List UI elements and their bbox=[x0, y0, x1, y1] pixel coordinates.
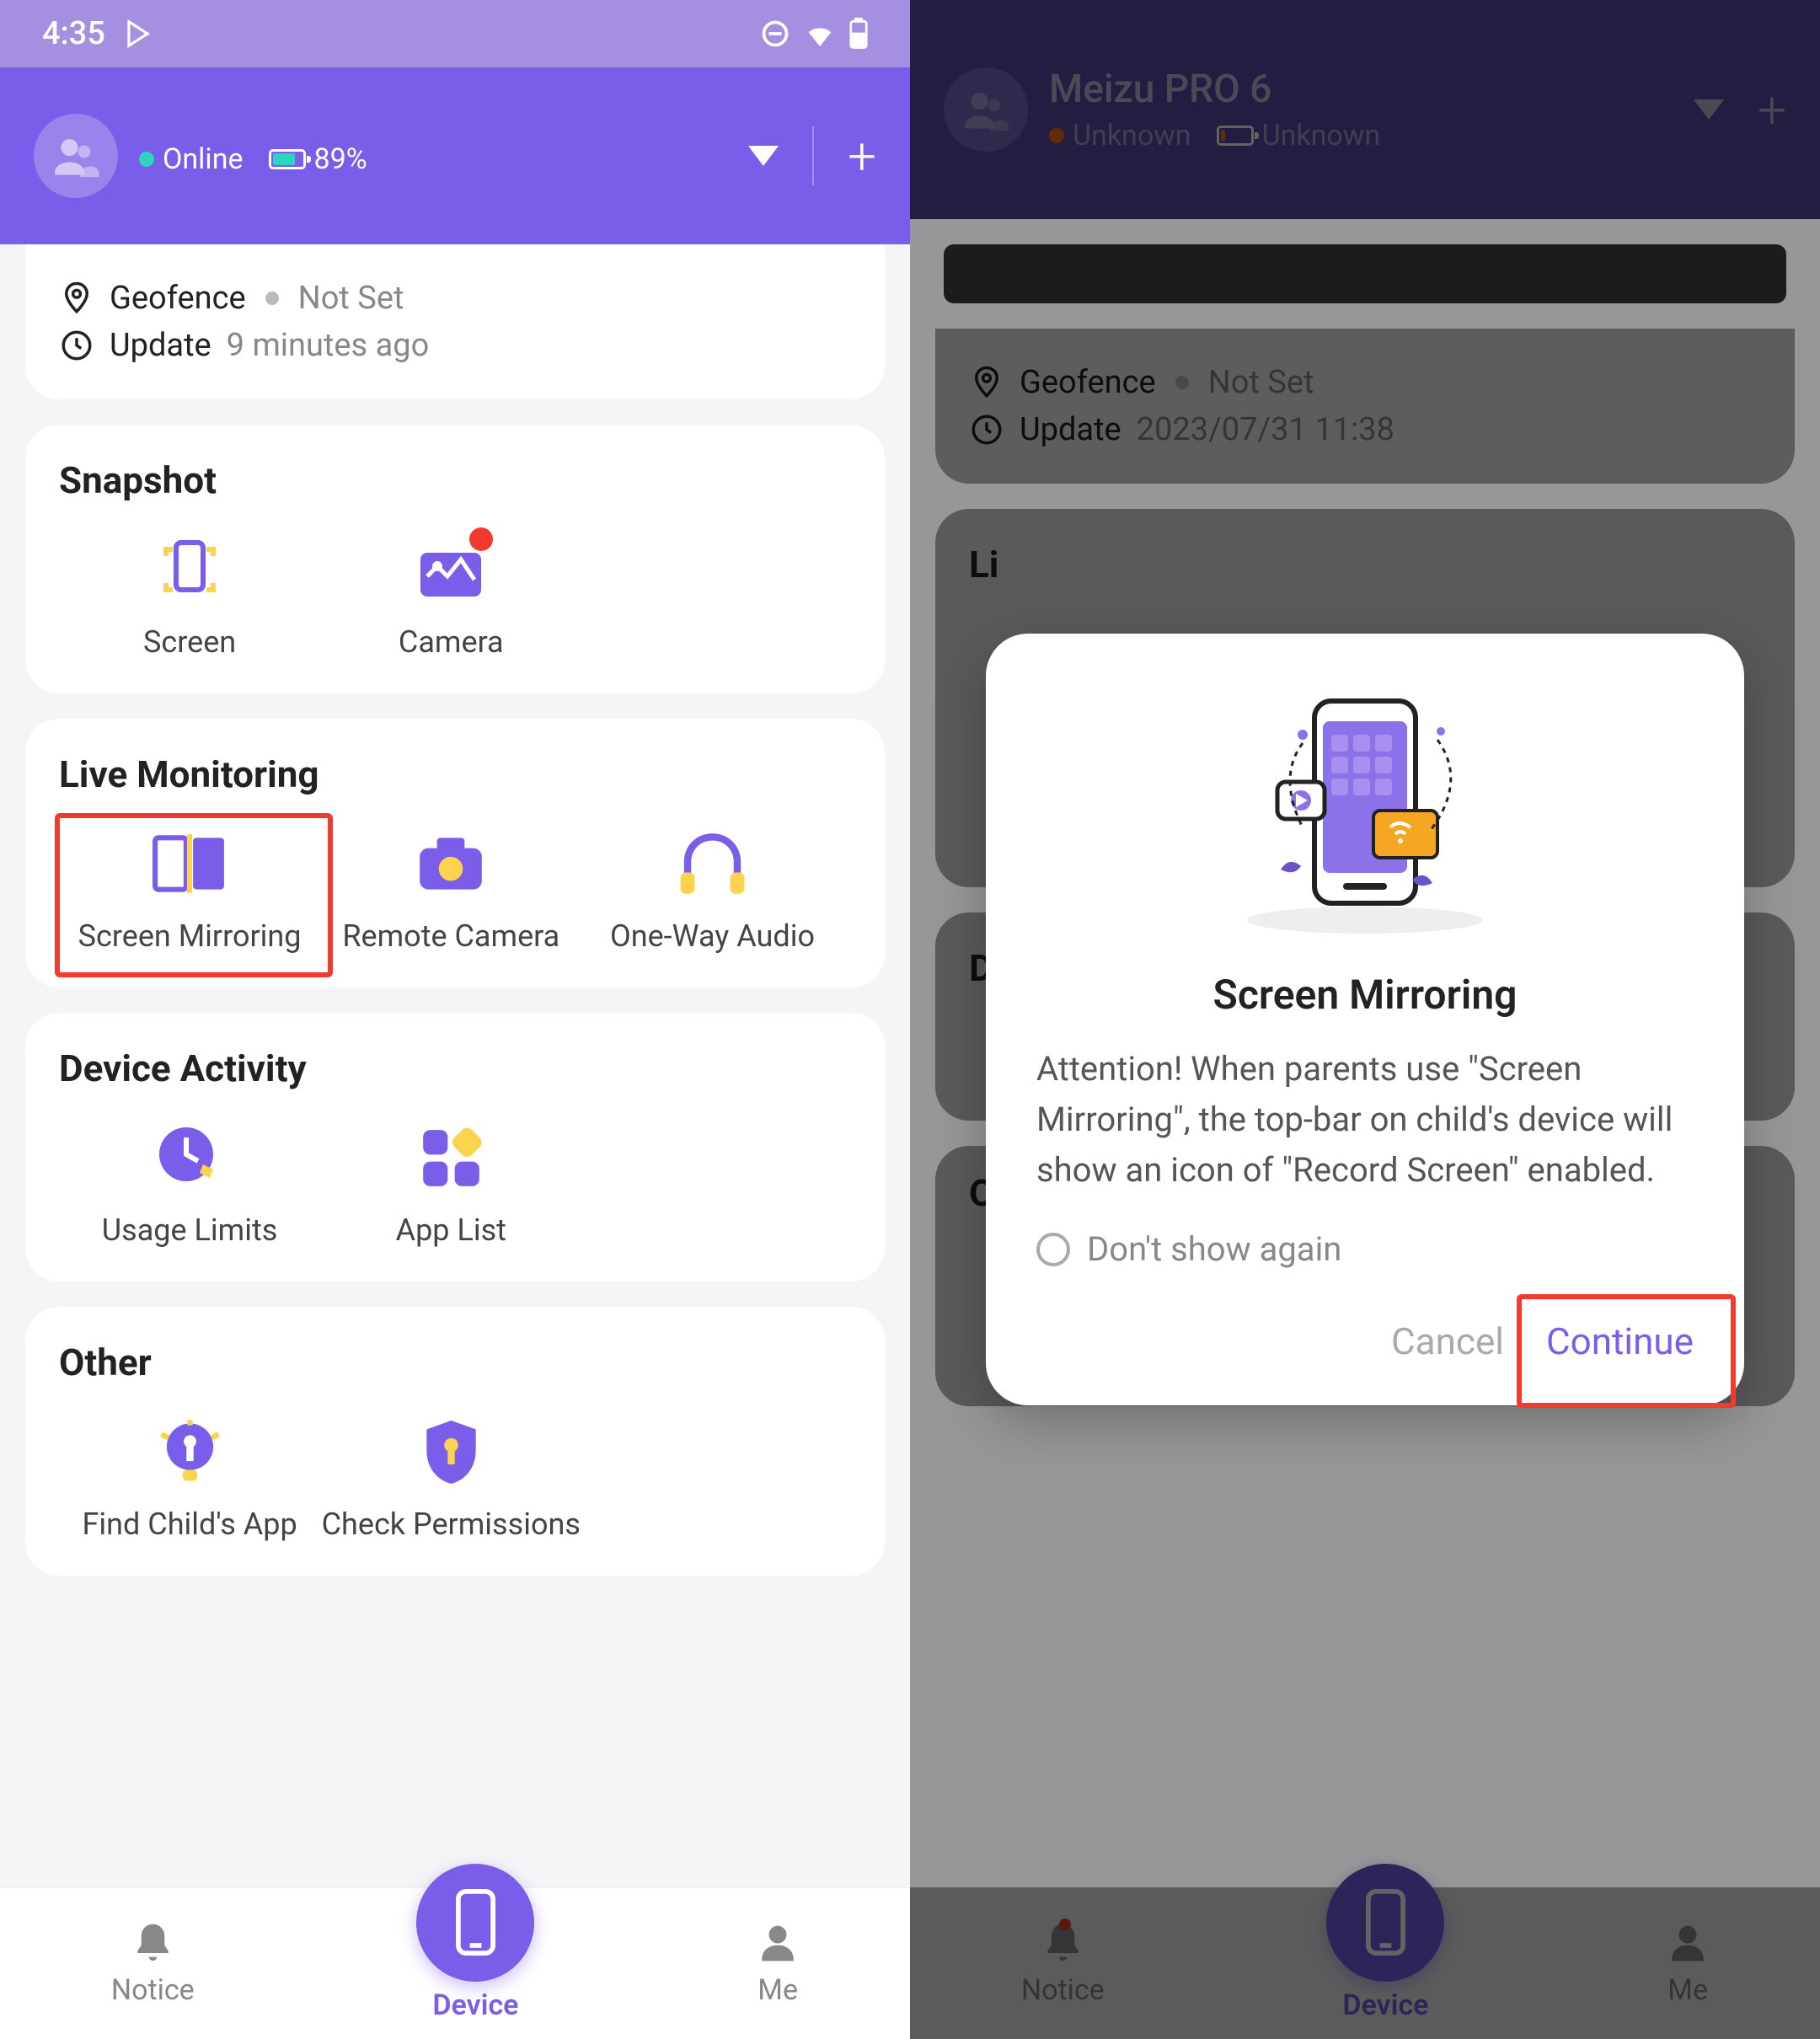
divider bbox=[812, 126, 814, 185]
snapshot-screen[interactable]: Screen bbox=[59, 532, 320, 660]
update-label: Update bbox=[110, 327, 211, 364]
remote-camera-icon bbox=[413, 834, 489, 893]
nav-me[interactable]: Me bbox=[757, 1920, 799, 2007]
screen-left: 4:35 Online 89% + Geofence bbox=[0, 0, 910, 2039]
statusbar: 4:35 bbox=[0, 0, 910, 67]
usage-limits[interactable]: Usage Limits bbox=[59, 1120, 320, 1248]
geofence-icon bbox=[59, 281, 94, 316]
dialog-illustration bbox=[1036, 684, 1694, 937]
other-title: Other bbox=[59, 1341, 851, 1384]
other-card: Other Find Child's App Check Permissions bbox=[25, 1307, 885, 1576]
device-dropdown[interactable] bbox=[748, 146, 779, 166]
nav-device[interactable]: Device bbox=[416, 1906, 534, 2022]
nav-device-label: Device bbox=[432, 1988, 518, 2022]
snapshot-title: Snapshot bbox=[59, 458, 851, 502]
app-list[interactable]: App List bbox=[320, 1120, 581, 1248]
geofence-label: Geofence bbox=[110, 280, 246, 317]
screen-mirroring[interactable]: Screen Mirroring bbox=[59, 826, 320, 954]
app-list-label: App List bbox=[396, 1212, 506, 1248]
usage-limits-icon bbox=[156, 1124, 223, 1191]
screen-mirroring-dialog: Screen Mirroring Attention! When parents… bbox=[986, 634, 1744, 1405]
device-header: Online 89% + bbox=[0, 67, 910, 244]
dialog-title: Screen Mirroring bbox=[1036, 971, 1694, 1019]
phone-icon bbox=[452, 1886, 499, 1958]
find-child-label: Find Child's App bbox=[83, 1507, 297, 1542]
battery-icon bbox=[269, 149, 306, 169]
battery-status-icon bbox=[849, 18, 868, 50]
screen-icon bbox=[156, 536, 223, 603]
live-title: Live Monitoring bbox=[59, 752, 851, 796]
device-activity-card: Device Activity Usage Limits App List bbox=[25, 1013, 885, 1282]
nav-notice[interactable]: Notice bbox=[111, 1920, 195, 2007]
add-device-button[interactable]: + bbox=[848, 126, 876, 186]
remote-camera[interactable]: Remote Camera bbox=[320, 826, 581, 954]
screen-label: Screen bbox=[143, 624, 236, 660]
nav-notice-label: Notice bbox=[111, 1973, 195, 2007]
dialog-body: Attention! When parents use "Screen Mirr… bbox=[1036, 1044, 1694, 1196]
dot-separator bbox=[265, 292, 279, 305]
app-list-icon bbox=[420, 1127, 483, 1190]
one-way-audio[interactable]: One-Way Audio bbox=[581, 826, 843, 954]
live-monitoring-card: Live Monitoring Screen Mirroring Remote … bbox=[25, 719, 885, 987]
shield-icon bbox=[420, 1416, 483, 1488]
cancel-button[interactable]: Cancel bbox=[1391, 1319, 1504, 1363]
lightbulb-icon bbox=[154, 1416, 226, 1488]
status-time: 4:35 bbox=[42, 15, 105, 52]
dnd-icon bbox=[760, 19, 790, 49]
check-perm-label: Check Permissions bbox=[322, 1507, 581, 1542]
snapshot-card: Snapshot Screen Camera bbox=[25, 425, 885, 693]
find-child-app[interactable]: Find Child's App bbox=[59, 1414, 320, 1542]
bell-icon bbox=[130, 1920, 176, 1967]
bottom-nav: Notice Device Me bbox=[0, 1887, 910, 2039]
person-icon bbox=[757, 1920, 799, 1967]
geofence-value: Not Set bbox=[298, 280, 404, 317]
dont-show-again[interactable]: Don't show again bbox=[1036, 1229, 1694, 1269]
camera-label: Camera bbox=[399, 624, 504, 660]
update-value: 9 minutes ago bbox=[227, 327, 430, 364]
clock-icon bbox=[59, 328, 94, 363]
wifi-icon bbox=[803, 17, 837, 51]
screen-right: Meizu PRO 6 Unknown Unknown + Geofence N… bbox=[910, 0, 1820, 2039]
highlight-screen-mirroring bbox=[55, 813, 333, 977]
play-store-icon bbox=[122, 18, 154, 50]
avatar[interactable] bbox=[34, 114, 118, 198]
usage-limits-label: Usage Limits bbox=[102, 1212, 278, 1248]
battery-percent: 89% bbox=[314, 142, 367, 176]
headphones-icon bbox=[677, 830, 748, 897]
nav-me-label: Me bbox=[757, 1973, 798, 2007]
check-permissions[interactable]: Check Permissions bbox=[320, 1414, 581, 1542]
nav-device-button[interactable] bbox=[416, 1864, 534, 1982]
dont-show-label: Don't show again bbox=[1087, 1229, 1341, 1269]
highlight-continue bbox=[1517, 1294, 1736, 1408]
info-strip: Geofence Not Set Update 9 minutes ago bbox=[25, 244, 885, 399]
remote-camera-label: Remote Camera bbox=[342, 918, 559, 954]
online-status: Online bbox=[163, 142, 244, 176]
activity-title: Device Activity bbox=[59, 1046, 851, 1090]
snapshot-camera[interactable]: Camera bbox=[320, 532, 581, 660]
one-way-audio-label: One-Way Audio bbox=[610, 918, 815, 954]
camera-badge bbox=[469, 527, 493, 551]
radio-icon[interactable] bbox=[1036, 1233, 1070, 1266]
online-dot bbox=[139, 152, 154, 167]
